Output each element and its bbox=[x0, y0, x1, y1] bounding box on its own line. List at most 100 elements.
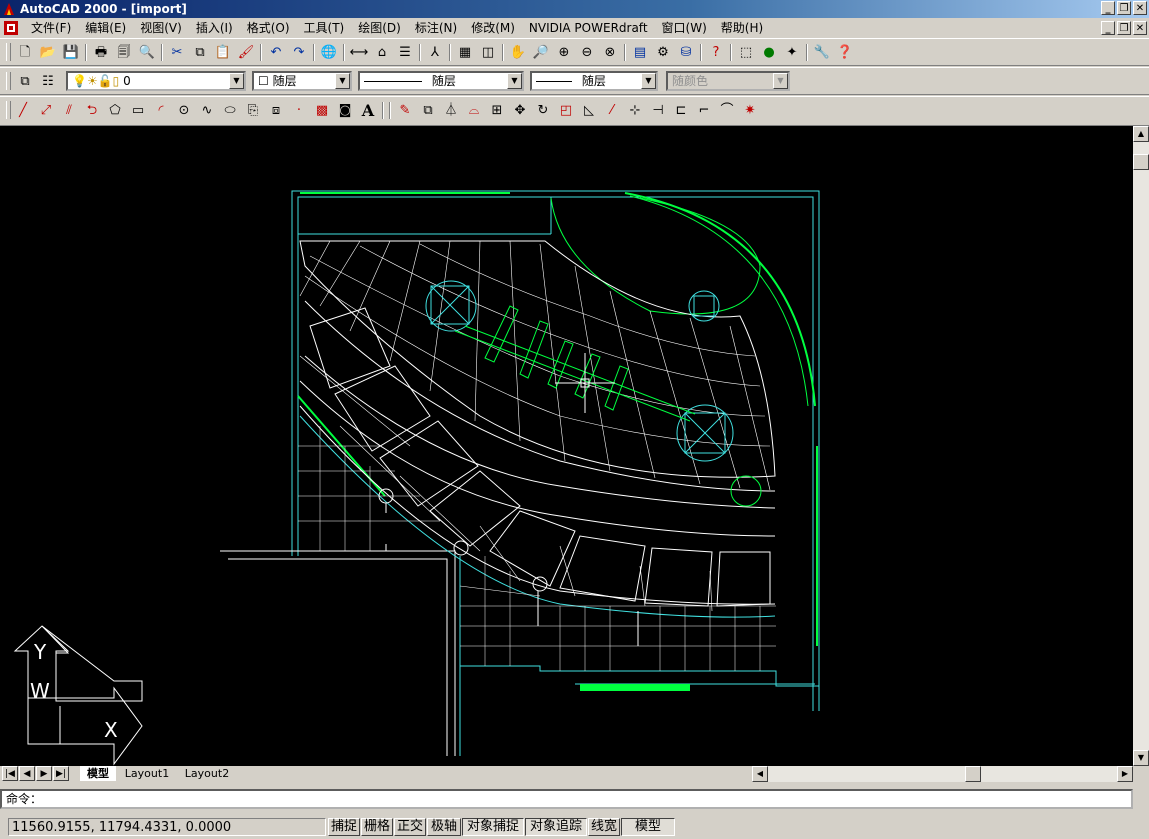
model-space-toggle[interactable]: 模型 bbox=[621, 818, 675, 836]
spline-icon[interactable]: ∿ bbox=[196, 100, 218, 121]
document-icon[interactable] bbox=[3, 20, 19, 36]
first-tab-icon[interactable]: |◀ bbox=[2, 766, 18, 781]
menu-insert[interactable]: 插入(I) bbox=[189, 18, 240, 38]
scroll-down-icon[interactable]: ▼ bbox=[1133, 750, 1149, 766]
minimize-button[interactable]: _ bbox=[1101, 1, 1115, 15]
ellipse-icon[interactable]: ⬭ bbox=[219, 100, 241, 121]
hatch-icon[interactable]: ▩ bbox=[311, 100, 333, 121]
fillet-icon[interactable]: ⌒ bbox=[716, 100, 738, 121]
new-file-icon[interactable]: 🗋 bbox=[14, 42, 36, 63]
chevron-down-icon[interactable]: ▼ bbox=[641, 73, 656, 89]
command-line-input[interactable]: 命令： bbox=[0, 789, 1133, 809]
menu-nvidia-powerdraft[interactable]: NVIDIA POWERdraft bbox=[522, 18, 655, 38]
hscroll-thumb[interactable] bbox=[965, 766, 981, 782]
make-layer-current-icon[interactable]: ⧉ bbox=[14, 71, 36, 92]
chamfer-icon[interactable]: ⌐ bbox=[693, 100, 715, 121]
floor-plan-drawing[interactable]: Y W X bbox=[0, 126, 1133, 766]
arc-icon[interactable]: ◜ bbox=[150, 100, 172, 121]
menu-help[interactable]: 帮助(H) bbox=[714, 18, 770, 38]
point-icon[interactable]: · bbox=[288, 100, 310, 121]
tab-layout1[interactable]: Layout1 bbox=[120, 766, 174, 781]
design-center-icon[interactable]: ⚙ bbox=[652, 42, 674, 63]
otrack-toggle[interactable]: 对象追踪 bbox=[525, 818, 587, 836]
zoom-previous-icon[interactable]: ⊖ bbox=[576, 42, 598, 63]
grid-toggle[interactable]: 栅格 bbox=[361, 818, 393, 836]
layers-icon[interactable]: ☷ bbox=[37, 71, 59, 92]
insert-block-icon[interactable]: ⎘ bbox=[242, 100, 264, 121]
horizontal-scrollbar[interactable]: ◀ ▶ bbox=[752, 766, 1133, 782]
rotate-icon[interactable]: ↻ bbox=[532, 100, 554, 121]
offset-icon[interactable]: ⌓ bbox=[463, 100, 485, 121]
rectangle-icon[interactable]: ▭ bbox=[127, 100, 149, 121]
scroll-right-icon[interactable]: ▶ bbox=[1117, 766, 1133, 782]
multiline-icon[interactable]: ⫽ bbox=[58, 100, 80, 121]
polyline-icon[interactable]: ⮌ bbox=[81, 100, 103, 121]
polygon-icon[interactable]: ⬠ bbox=[104, 100, 126, 121]
zoom-window-icon[interactable]: ⊕ bbox=[553, 42, 575, 63]
next-tab-icon[interactable]: ▶ bbox=[36, 766, 52, 781]
render-icon[interactable]: ● bbox=[758, 42, 780, 63]
close-button[interactable]: ✕ bbox=[1133, 1, 1147, 15]
region-icon[interactable]: ◙ bbox=[334, 100, 356, 121]
ortho-toggle[interactable]: 正交 bbox=[394, 818, 426, 836]
print-preview-icon[interactable]: 🗐 bbox=[113, 42, 135, 63]
menu-tools[interactable]: 工具(T) bbox=[297, 18, 352, 38]
tab-layout2[interactable]: Layout2 bbox=[180, 766, 234, 781]
menu-modify[interactable]: 修改(M) bbox=[464, 18, 522, 38]
array-icon[interactable]: ⊞ bbox=[486, 100, 508, 121]
stretch-icon[interactable]: ◺ bbox=[578, 100, 600, 121]
ucs-icon[interactable]: ☰ bbox=[394, 42, 416, 63]
menu-format[interactable]: 格式(O) bbox=[240, 18, 297, 38]
construction-line-icon[interactable]: ⤢ bbox=[35, 100, 57, 121]
match-properties-icon[interactable]: 🖌 bbox=[235, 42, 257, 63]
extend-icon[interactable]: ⊣ bbox=[647, 100, 669, 121]
multiline-text-icon[interactable]: A bbox=[357, 100, 379, 121]
doc-minimize-button[interactable]: _ bbox=[1101, 21, 1115, 35]
color-combo[interactable]: ☐ 随层 ▼ bbox=[252, 71, 352, 91]
chevron-down-icon[interactable]: ▼ bbox=[507, 73, 522, 89]
tools-wrench-icon[interactable]: 🔧 bbox=[811, 42, 833, 63]
trim-icon[interactable]: ⊹ bbox=[624, 100, 646, 121]
lengthen-icon[interactable]: ⁄ bbox=[601, 100, 623, 121]
circle-icon[interactable]: ⊙ bbox=[173, 100, 195, 121]
lineweight-toggle[interactable]: 线宽 bbox=[588, 818, 620, 836]
menu-draw[interactable]: 绘图(D) bbox=[351, 18, 408, 38]
zoom-extents-icon[interactable]: ⊗ bbox=[599, 42, 621, 63]
last-tab-icon[interactable]: ▶| bbox=[53, 766, 69, 781]
redo-icon[interactable]: ↷ bbox=[288, 42, 310, 63]
snap-toggle[interactable]: 捕捉 bbox=[328, 818, 360, 836]
menu-dimension[interactable]: 标注(N) bbox=[408, 18, 464, 38]
menu-window[interactable]: 窗口(W) bbox=[655, 18, 714, 38]
paste-icon[interactable]: 📋 bbox=[212, 42, 234, 63]
doc-close-button[interactable]: ✕ bbox=[1133, 21, 1147, 35]
explode-icon[interactable]: ✷ bbox=[739, 100, 761, 121]
copy-icon[interactable]: ⧉ bbox=[189, 42, 211, 63]
make-block-icon[interactable]: ⧈ bbox=[265, 100, 287, 121]
menu-edit[interactable]: 编辑(E) bbox=[78, 18, 133, 38]
chevron-down-icon[interactable]: ▼ bbox=[229, 73, 244, 89]
open-folder-icon[interactable]: 📂 bbox=[37, 42, 59, 63]
save-icon[interactable]: 💾 bbox=[60, 42, 82, 63]
layer-manager-icon[interactable]: ⬚ bbox=[735, 42, 757, 63]
restore-button[interactable]: ❐ bbox=[1117, 1, 1131, 15]
tab-model[interactable]: 模型 bbox=[80, 766, 116, 781]
pan-icon[interactable]: ✋ bbox=[507, 42, 529, 63]
mirror-icon[interactable]: ⏃ bbox=[440, 100, 462, 121]
undo-icon[interactable]: ↶ bbox=[265, 42, 287, 63]
linetype-combo[interactable]: 随层 ▼ bbox=[358, 71, 524, 91]
chevron-down-icon[interactable]: ▼ bbox=[335, 73, 350, 89]
break-icon[interactable]: ⊏ bbox=[670, 100, 692, 121]
viewports-icon[interactable]: ◫ bbox=[477, 42, 499, 63]
lineweight-combo[interactable]: 随层 ▼ bbox=[530, 71, 658, 91]
doc-restore-button[interactable]: ❐ bbox=[1117, 21, 1131, 35]
inquiry-icon[interactable]: ⅄ bbox=[424, 42, 446, 63]
assist-help-icon[interactable]: ❓ bbox=[834, 42, 856, 63]
menu-view[interactable]: 视图(V) bbox=[133, 18, 189, 38]
coordinate-readout[interactable]: 11560.9155, 11794.4331, 0.0000 bbox=[8, 818, 326, 836]
polar-toggle[interactable]: 极轴 bbox=[427, 818, 461, 836]
print-icon[interactable]: 🖶 bbox=[90, 42, 112, 63]
scroll-left-icon[interactable]: ◀ bbox=[752, 766, 768, 782]
copy-object-icon[interactable]: ⧉ bbox=[417, 100, 439, 121]
layer-combo[interactable]: 💡☀🔓▯ 0 ▼ bbox=[66, 71, 246, 91]
lights-icon[interactable]: ✦ bbox=[781, 42, 803, 63]
